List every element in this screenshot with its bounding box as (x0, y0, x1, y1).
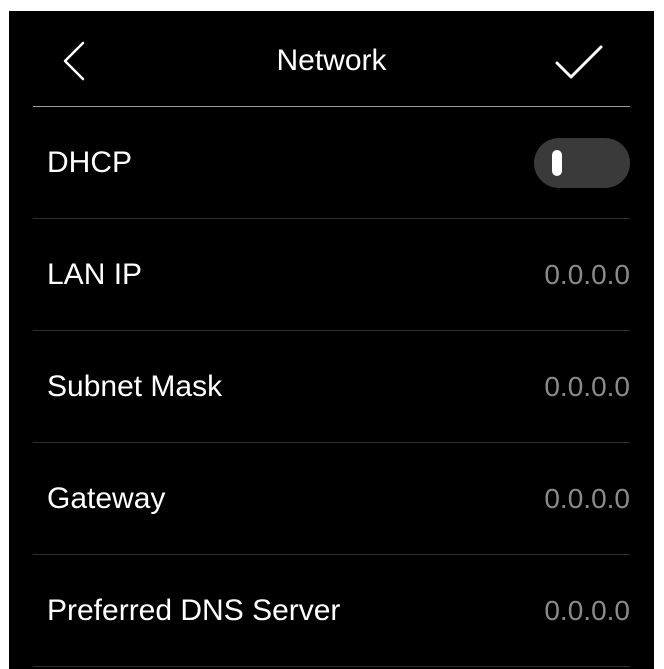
subnet-mask-row[interactable]: Subnet Mask 0.0.0.0 (33, 331, 630, 443)
preferred-dns-row[interactable]: Preferred DNS Server 0.0.0.0 (33, 555, 630, 667)
preferred-dns-value[interactable]: 0.0.0.0 (544, 595, 630, 627)
lan-ip-row[interactable]: LAN IP 0.0.0.0 (33, 219, 630, 331)
confirm-button[interactable] (553, 41, 605, 85)
subnet-mask-label: Subnet Mask (47, 369, 223, 403)
network-settings-screen: Network DHCP LAN IP 0.0.0.0 Subnet Mask … (9, 11, 654, 669)
dhcp-label: DHCP (47, 145, 133, 179)
dhcp-toggle[interactable] (534, 137, 630, 188)
dhcp-row: DHCP (33, 107, 630, 219)
gateway-label: Gateway (47, 481, 166, 515)
settings-list: DHCP LAN IP 0.0.0.0 Subnet Mask 0.0.0.0 … (9, 107, 654, 667)
header-bar: Network (9, 11, 654, 107)
lan-ip-label: LAN IP (47, 257, 143, 291)
preferred-dns-label: Preferred DNS Server (47, 593, 341, 627)
toggle-knob (552, 149, 562, 176)
lan-ip-value[interactable]: 0.0.0.0 (544, 259, 630, 291)
gateway-row[interactable]: Gateway 0.0.0.0 (33, 443, 630, 555)
checkmark-icon (555, 45, 603, 79)
gateway-value[interactable]: 0.0.0.0 (544, 483, 630, 515)
subnet-mask-value[interactable]: 0.0.0.0 (544, 371, 630, 403)
